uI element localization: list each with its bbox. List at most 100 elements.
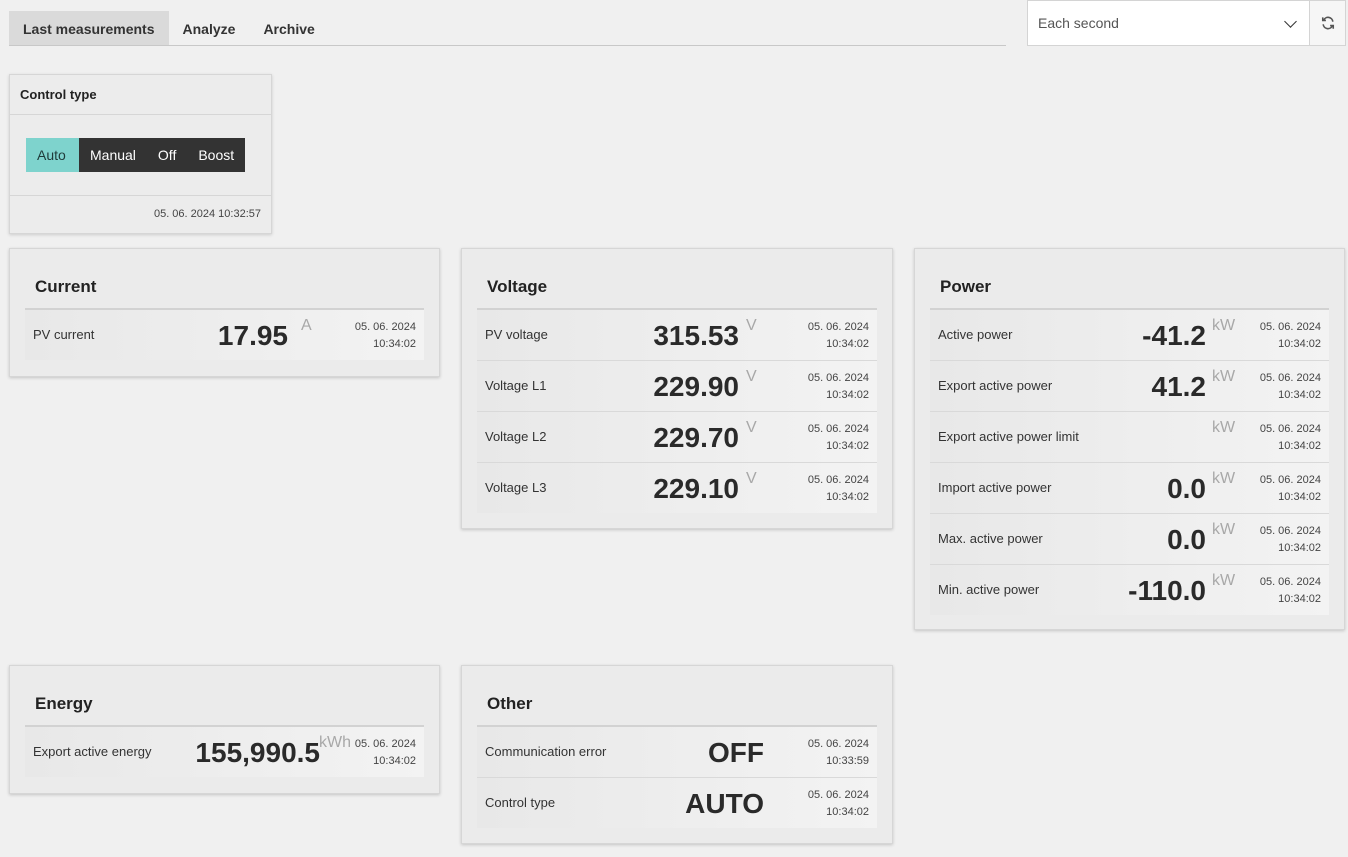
measurement-unit: kW [1212,470,1236,487]
tab-analyze[interactable]: Analyze [169,11,250,45]
timestamp-date: 05. 06. 2024 [807,321,869,333]
timestamp-date: 05. 06. 2024 [1259,525,1321,537]
card-title: Voltage [477,249,877,310]
timestamp-date: 05. 06. 2024 [1259,576,1321,588]
measurement-label: Control type [485,795,556,810]
measurement-label: Communication error [485,744,607,759]
timestamp-time: 10:34:02 [1278,338,1321,350]
measurement-row: Import active power 0.0 kW 05. 06. 2024 10:3… [930,463,1329,514]
measurement-row: PV current 17.95 A 05. 06. 2024 10:34:02 [25,310,424,360]
timestamp-time: 10:34:02 [1278,542,1321,554]
measurement-timestamp: 05. 06. 2024 10:34:02 [1260,574,1321,608]
other-card: Other Communication error OFF 05. 06. 2024… [461,665,893,844]
control-manual-button[interactable]: Manual [79,138,147,172]
measurement-row: Max. active power 0.0 kW 05. 06. 2024 10:34:… [930,514,1329,565]
measurement-value: 155,990.5 [195,737,320,768]
measurement-label: Export active power limit [938,429,1079,444]
measurement-timestamp: 05. 06. 2024 10:34:02 [1260,472,1321,506]
timestamp-date: 05. 06. 2024 [1259,474,1321,486]
timestamp-time: 10:34:02 [826,440,869,452]
measurement-row: PV voltage 315.53 V 05. 06. 2024 10:34:02 [477,310,877,361]
measurement-unit: kW [1212,572,1236,589]
measurement-value: 229.70 [653,422,739,453]
energy-card: Energy Export active energy 155,990.5 kWh 0… [9,665,440,794]
measurement-value: 229.10 [653,473,739,504]
refresh-interval-value: Each second [1038,15,1119,31]
measurement-unit: kW [1212,368,1236,385]
measurement-timestamp: 05. 06. 2024 10:34:02 [1260,523,1321,557]
measurement-value: -110.0 [1128,575,1206,606]
timestamp-time: 10:34:02 [1278,440,1321,452]
measurement-label: Voltage L3 [485,480,547,495]
control-auto-button[interactable]: Auto [26,138,79,172]
measurement-timestamp: 05. 06. 2024 10:34:02 [808,319,869,353]
timestamp-date: 05. 06. 2024 [807,738,869,750]
card-title: Power [930,249,1329,310]
measurement-row: Voltage L2 229.70 V 05. 06. 2024 10:34:02 [477,412,877,463]
control-off-button[interactable]: Off [146,138,188,172]
measurement-row: Control type AUTO 05. 06. 2024 10:34:02 [477,778,877,828]
control-type-timestamp: 05. 06. 2024 10:32:57 [153,208,261,220]
measurement-value: OFF [708,737,764,768]
timestamp-time: 10:34:02 [826,389,869,401]
tab-archive[interactable]: Archive [249,11,328,45]
measurement-timestamp: 05. 06. 2024 10:34:02 [355,319,416,353]
control-type-segmented: Auto Manual Off Boost [26,138,246,172]
timestamp-time: 10:34:02 [1278,593,1321,605]
refresh-button[interactable] [1309,0,1346,46]
measurement-unit: kWh [319,734,351,751]
measurement-timestamp: 05. 06. 2024 10:34:02 [1260,421,1321,455]
measurement-unit: V [746,470,757,487]
measurement-value: 229.90 [653,371,739,402]
timestamp-date: 05. 06. 2024 [1259,423,1321,435]
tab-bar: Last measurements Analyze Archive [9,11,1006,46]
timestamp-time: 10:34:02 [826,338,869,350]
current-card: Current PV current 17.95 A 05. 06. 2024 10:3… [9,248,440,377]
measurement-row: Voltage L1 229.90 V 05. 06. 2024 10:34:02 [477,361,877,412]
measurement-value: 0.0 [1167,524,1206,555]
timestamp-date: 05. 06. 2024 [807,474,869,486]
measurement-unit: A [301,317,312,334]
measurement-label: Export active energy [33,744,152,759]
measurement-timestamp: 05. 06. 2024 10:34:02 [355,736,416,770]
measurement-label: PV voltage [485,327,548,342]
timestamp-date: 05. 06. 2024 [354,321,416,333]
tab-last-measurements[interactable]: Last measurements [9,11,169,45]
timestamp-date: 05. 06. 2024 [354,738,416,750]
timestamp-date: 05. 06. 2024 [1259,372,1321,384]
timestamp-time: 10:34:02 [1278,389,1321,401]
measurement-unit: kW [1212,419,1236,436]
measurement-row: Active power -41.2 kW 05. 06. 2024 10:34:02 [930,310,1329,361]
timestamp-date: 05. 06. 2024 [1259,321,1321,333]
chevron-down-icon [1284,15,1297,28]
timestamp-date: 05. 06. 2024 [807,423,869,435]
measurement-timestamp: 05. 06. 2024 10:33:59 [808,736,869,770]
timestamp-time: 10:33:59 [826,755,869,767]
measurement-timestamp: 05. 06. 2024 10:34:02 [808,370,869,404]
measurement-row: Voltage L3 229.10 V 05. 06. 2024 10:34:02 [477,463,877,513]
measurement-value: 0.0 [1167,473,1206,504]
measurement-label: Active power [938,327,1013,342]
measurement-label: Voltage L1 [485,378,547,393]
measurement-timestamp: 05. 06. 2024 10:34:02 [1260,370,1321,404]
control-boost-button[interactable]: Boost [187,138,246,172]
measurement-label: PV current [33,327,95,342]
measurement-label: Export active power [938,378,1053,393]
card-title: Current [25,249,424,310]
measurement-value: -41.2 [1142,320,1206,351]
refresh-icon [1321,16,1334,30]
measurement-timestamp: 05. 06. 2024 10:34:02 [808,787,869,821]
measurement-unit: kW [1212,521,1236,538]
measurement-value: 17.95 [217,320,288,351]
measurement-value: 41.2 [1151,371,1207,402]
measurement-unit: V [746,419,757,436]
measurement-timestamp: 05. 06. 2024 10:34:02 [808,421,869,455]
measurement-value: 315.53 [653,320,739,351]
measurement-row: Communication error OFF 05. 06. 2024 10:33:… [477,727,877,778]
timestamp-time: 10:34:02 [826,806,869,818]
measurement-row: Export active power 41.2 kW 05. 06. 2024 10:… [930,361,1329,412]
measurement-value: AUTO [685,788,764,819]
timestamp-time: 10:34:02 [373,338,416,350]
timestamp-time: 10:34:02 [826,491,869,503]
refresh-interval-select[interactable]: Each second [1027,0,1310,46]
